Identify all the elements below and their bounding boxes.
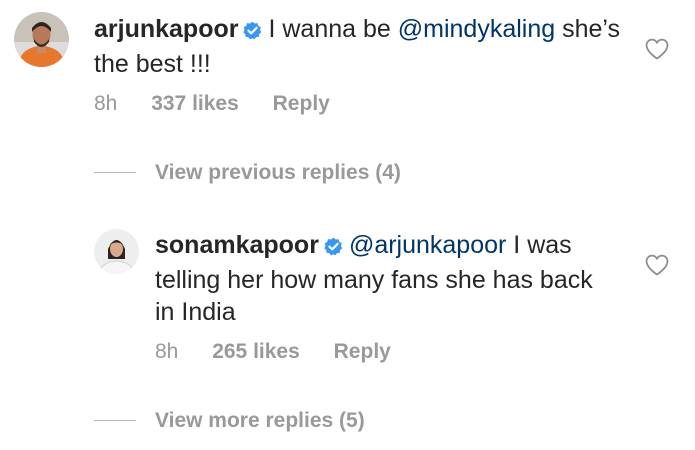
replies-divider <box>94 172 136 173</box>
avatar-arjunkapoor[interactable] <box>14 12 69 67</box>
comment-meta: 8h 337 likes Reply <box>94 92 330 116</box>
avatar-image <box>94 229 139 274</box>
reply-button[interactable]: Reply <box>273 92 330 115</box>
avatar-sonamkapoor[interactable] <box>94 229 139 274</box>
comment-text: I wanna be <box>268 15 398 43</box>
comment-username[interactable]: arjunkapoor <box>94 15 238 43</box>
comment-timestamp: 8h <box>155 340 179 363</box>
verified-badge-icon <box>324 232 343 264</box>
replies-divider <box>94 420 136 421</box>
reply-button[interactable]: Reply <box>334 340 391 363</box>
likes-count[interactable]: 265 likes <box>212 340 300 363</box>
verified-badge-icon <box>243 16 262 48</box>
comment-body: arjunkapoor I wanna be @mindykaling she’s… <box>94 13 634 80</box>
view-more-replies-button[interactable]: View more replies (5) <box>155 409 365 433</box>
mention-link[interactable]: @mindykaling <box>398 15 555 43</box>
like-heart-icon[interactable] <box>645 254 669 276</box>
comment-username[interactable]: sonamkapoor <box>155 231 319 259</box>
like-heart-icon[interactable] <box>645 38 669 60</box>
likes-count[interactable]: 337 likes <box>151 92 239 115</box>
comment-timestamp: 8h <box>94 92 118 115</box>
avatar-image <box>14 12 69 67</box>
reply-body: sonamkapoor @arjunkapoor I was telling he… <box>155 229 595 328</box>
mention-link[interactable]: @arjunkapoor <box>349 231 506 259</box>
view-previous-replies-button[interactable]: View previous replies (4) <box>155 161 401 185</box>
reply-meta: 8h 265 likes Reply <box>155 340 391 364</box>
